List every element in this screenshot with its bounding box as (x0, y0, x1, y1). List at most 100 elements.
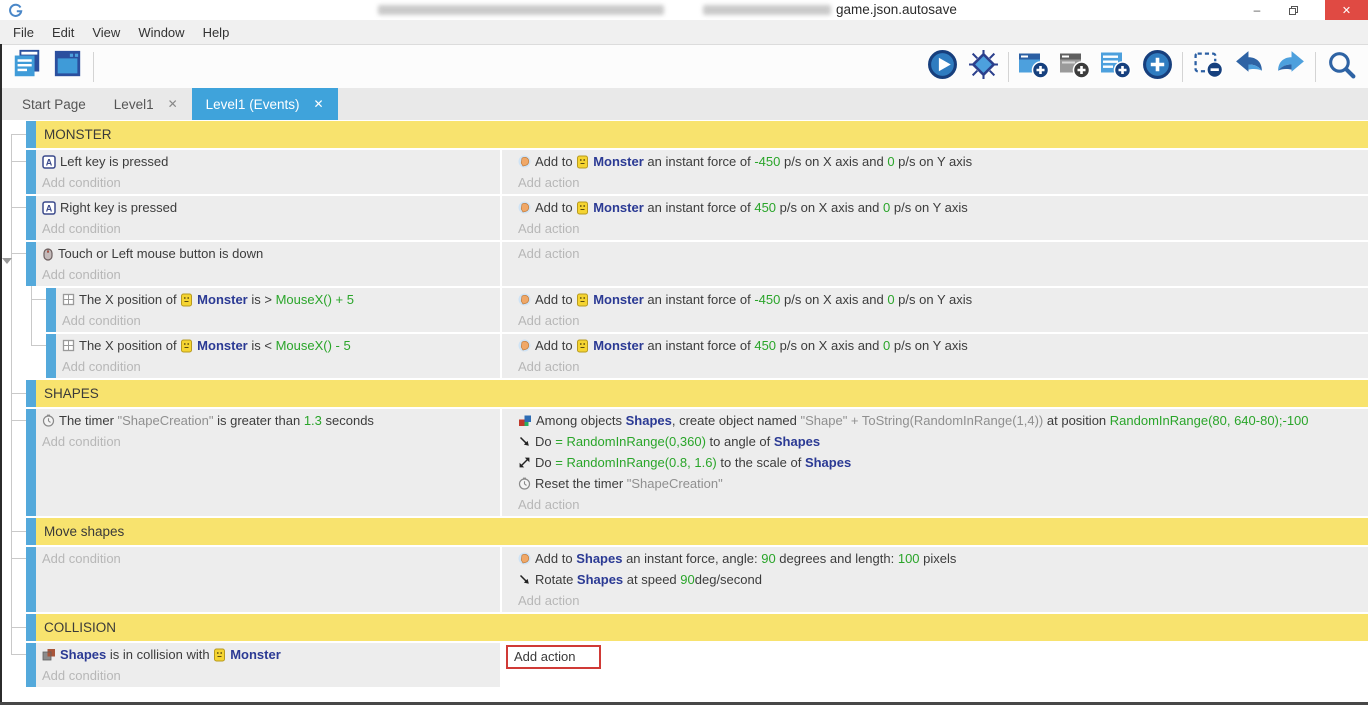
action[interactable]: Add to Monster an instant force of 450 p… (502, 335, 1368, 356)
add-condition-button[interactable]: Add condition (26, 218, 500, 239)
tree-line (11, 253, 26, 254)
add-condition-button[interactable]: Add condition (46, 356, 500, 377)
tab-start-page[interactable]: Start Page (8, 88, 100, 120)
menu-item-file[interactable]: File (4, 25, 43, 40)
menu-item-view[interactable]: View (83, 25, 129, 40)
add-comment-button[interactable] (1058, 50, 1092, 84)
action[interactable]: Add to Monster an instant force of 450 p… (502, 197, 1368, 218)
redo-button[interactable] (1273, 50, 1307, 84)
add-action-highlighted[interactable]: Add action (506, 645, 601, 669)
project-manager-icon (11, 48, 43, 85)
add-new-button[interactable] (1140, 50, 1174, 84)
tree-line (11, 531, 26, 532)
action[interactable]: Do = RandomInRange(0,360) to angle of Sh… (502, 431, 1368, 452)
action[interactable]: Add to Shapes an instant force, angle: 9… (502, 548, 1368, 569)
tab-level1[interactable]: Level1✕ (100, 88, 192, 120)
add-action-label: Add action (518, 497, 579, 512)
comment-row[interactable]: SHAPES (26, 380, 1368, 407)
action[interactable]: Do = RandomInRange(0.8, 1.6) to the scal… (502, 452, 1368, 473)
text-segment: -450 (754, 292, 780, 307)
menu-item-edit[interactable]: Edit (43, 25, 83, 40)
add-action-label: Add action (518, 313, 579, 328)
text-segment: = RandomInRange(0,360) (555, 434, 706, 449)
action[interactable]: Add to Monster an instant force of -450 … (502, 151, 1368, 172)
comment-text: Move shapes (44, 524, 124, 539)
add-action-button[interactable]: Add action (502, 310, 1368, 331)
force-icon (518, 552, 531, 565)
text-segment: RandomInRange(80, 640-80);-100 (1110, 413, 1309, 428)
tab-level1-events-[interactable]: Level1 (Events)✕ (192, 88, 338, 120)
add-action-button[interactable]: Add action (502, 218, 1368, 239)
add-action-button[interactable]: Add action (502, 590, 1368, 611)
event-row: Touch or Left mouse button is down Add co… (26, 242, 1368, 286)
condition[interactable]: ARight key is pressed (26, 197, 500, 218)
conditions-cell: ARight key is pressedAdd condition (26, 196, 502, 240)
collapse-arrow-icon[interactable] (2, 258, 12, 264)
close-button[interactable]: ✕ (1325, 0, 1368, 20)
scene-editor-button[interactable] (51, 50, 85, 84)
condition[interactable]: Touch or Left mouse button is down (26, 243, 500, 264)
add-condition-button[interactable]: Add condition (26, 431, 500, 452)
tab-close-icon[interactable]: ✕ (168, 97, 178, 111)
text-segment: Monster (593, 292, 644, 307)
play-button[interactable] (925, 50, 959, 84)
blurred-title-segment (378, 5, 664, 15)
undo-button[interactable] (1232, 50, 1266, 84)
toolbar-separator (1008, 52, 1009, 82)
debug-button[interactable] (966, 50, 1000, 84)
text-segment: 100 (898, 551, 920, 566)
add-condition-button[interactable]: Add condition (26, 548, 500, 569)
monster-icon (576, 339, 589, 353)
condition[interactable]: The X position of Monster is > MouseX() … (46, 289, 500, 310)
text-segment: pixels (920, 551, 957, 566)
actions-cell: Add to Monster an instant force of -450 … (502, 150, 1368, 194)
add-action-button[interactable]: Add action (502, 494, 1368, 515)
add-action-button[interactable]: Add action (502, 356, 1368, 377)
text-segment: < (264, 338, 275, 353)
comment-row[interactable]: MONSTER (26, 121, 1368, 148)
tree-line (11, 654, 26, 655)
add-action-button[interactable]: Add action (502, 644, 1368, 669)
action[interactable]: Among objects Shapes, create object name… (502, 410, 1368, 431)
action[interactable]: Reset the timer "ShapeCreation" (502, 473, 1368, 494)
text-segment: an instant force of (644, 292, 755, 307)
actions-cell: Add to Monster an instant force of -450 … (502, 288, 1368, 332)
condition[interactable]: Shapes is in collision with Monster (26, 644, 500, 665)
add-condition-button[interactable]: Add condition (46, 310, 500, 331)
condition[interactable]: The X position of Monster is < MouseX() … (46, 335, 500, 356)
monster-icon (180, 339, 193, 353)
event-row: Shapes is in collision with MonsterAdd c… (26, 643, 1368, 687)
add-event-button[interactable] (1017, 50, 1051, 84)
add-action-label: Add action (518, 246, 579, 261)
comment-row[interactable]: Move shapes (26, 518, 1368, 545)
text-segment: at position (1043, 413, 1110, 428)
text-segment: Touch or Left mouse button is down (58, 246, 263, 261)
mouse-icon (42, 247, 54, 261)
menu-item-window[interactable]: Window (129, 25, 193, 40)
text-segment: 0 (887, 154, 894, 169)
add-condition-button[interactable]: Add condition (26, 665, 500, 686)
toolbar-group (1324, 50, 1358, 84)
tree-line (11, 420, 26, 421)
restore-button[interactable] (1278, 0, 1308, 20)
condition[interactable]: The timer "ShapeCreation" is greater tha… (26, 410, 500, 431)
project-manager-button[interactable] (10, 50, 44, 84)
add-condition-button[interactable]: Add condition (26, 172, 500, 193)
add-condition-button[interactable]: Add condition (26, 264, 500, 285)
add-action-button[interactable]: Add action (502, 243, 1368, 264)
toolbar-group (1017, 50, 1174, 84)
action[interactable]: Rotate Shapes at speed 90deg/second (502, 569, 1368, 590)
text-segment: 90 (680, 572, 694, 587)
add-subevent-button[interactable] (1099, 50, 1133, 84)
action[interactable]: Add to Monster an instant force of -450 … (502, 289, 1368, 310)
condition[interactable]: ALeft key is pressed (26, 151, 500, 172)
text-segment: p/s on Y axis (895, 154, 973, 169)
comment-text: MONSTER (44, 127, 112, 142)
comment-row[interactable]: COLLISION (26, 614, 1368, 641)
menu-item-help[interactable]: Help (194, 25, 239, 40)
minimize-button[interactable]: – (1242, 0, 1272, 20)
delete-event-button[interactable] (1191, 50, 1225, 84)
add-action-button[interactable]: Add action (502, 172, 1368, 193)
search-button[interactable] (1324, 50, 1358, 84)
tab-close-icon[interactable]: ✕ (313, 97, 323, 111)
